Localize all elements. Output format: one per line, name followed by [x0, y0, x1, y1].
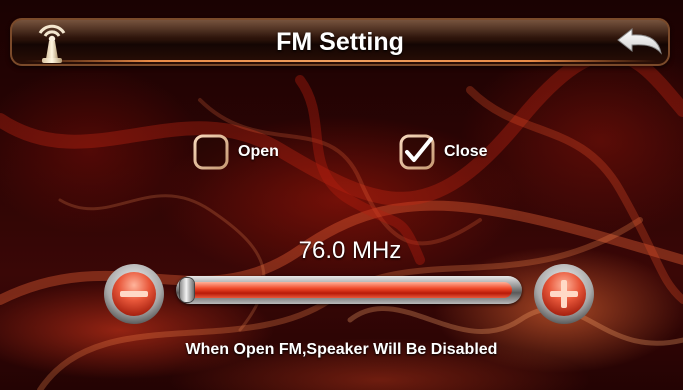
minus-icon[interactable]	[102, 262, 166, 326]
antenna-icon	[38, 24, 66, 63]
back-arrow-icon[interactable]	[614, 23, 666, 63]
title-bar: FM Setting	[10, 18, 670, 66]
fm-setting-screen: FM Setting Open Close 76.0 MHz When Open…	[0, 0, 683, 390]
frequency-slider[interactable]	[176, 276, 522, 304]
option-open[interactable]: Open	[192, 132, 279, 172]
option-close-label: Close	[444, 143, 488, 160]
close-checkbox[interactable]	[398, 133, 436, 171]
frequency-readout: 76.0 MHz	[298, 237, 402, 264]
open-checkbox[interactable]	[192, 133, 230, 171]
option-close[interactable]: Close	[398, 132, 488, 172]
plus-icon[interactable]	[532, 262, 596, 326]
option-open-label: Open	[238, 143, 279, 160]
page-title: FM Setting	[276, 28, 404, 56]
slider-handle[interactable]	[180, 278, 194, 302]
title-bar-underline	[24, 60, 656, 62]
slider-fill	[186, 282, 512, 298]
speaker-warning-text: When Open FM,Speaker Will Be Disabled	[185, 341, 498, 358]
